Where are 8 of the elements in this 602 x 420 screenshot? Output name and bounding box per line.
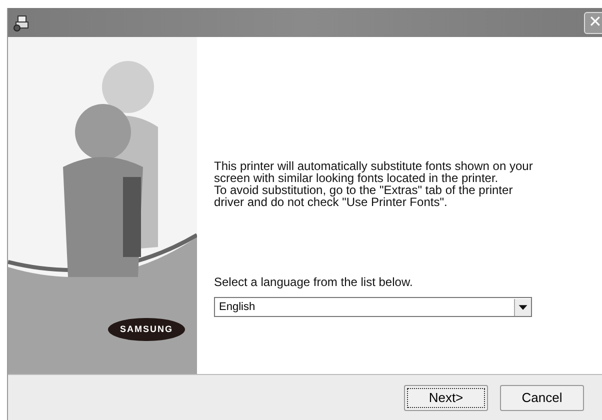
dialog-button[interactable]: Next> (404, 384, 488, 410)
language-value: English (218, 300, 256, 315)
printer-icon (13, 14, 31, 32)
dialog-button[interactable]: Cancel (500, 384, 584, 410)
logo: SAMSUNG (108, 318, 185, 342)
message-text: This printer will automatically substitute fonts shown on your screen with similar looking fonts located in the printer. To avoid substitution, go to the "Extras" tab of the printer driver and do not check "Use Printer Fonts". (214, 160, 534, 208)
language-label: Select a language from the list below. (214, 274, 414, 291)
language-dropdown[interactable]: English (214, 297, 532, 317)
